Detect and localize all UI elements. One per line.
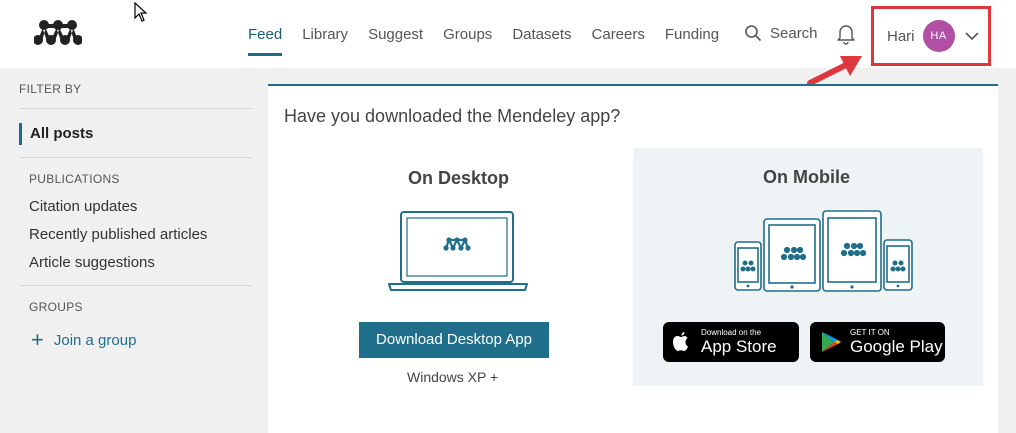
filter-all-posts[interactable]: All posts <box>19 123 93 145</box>
mendeley-logo-icon[interactable] <box>34 18 82 48</box>
nav-suggest[interactable]: Suggest <box>368 0 423 68</box>
download-desktop-button[interactable]: Download Desktop App <box>359 322 549 358</box>
filter-citation-updates[interactable]: Citation updates <box>29 198 137 215</box>
user-menu[interactable]: Hari HA <box>871 6 991 66</box>
filter-title: FILTER BY <box>19 82 82 96</box>
cursor-icon <box>134 2 148 22</box>
join-group-link[interactable]: + Join a group <box>31 327 137 352</box>
devices-icon <box>734 210 913 292</box>
chevron-down-icon <box>964 31 979 40</box>
main-nav: Feed Library Suggest Groups Datasets Car… <box>248 0 739 68</box>
google-play-badge[interactable]: GET IT ON Google Play <box>810 322 945 362</box>
divider <box>19 285 252 286</box>
user-name: Hari <box>887 27 915 45</box>
nav-funding[interactable]: Funding <box>665 0 719 68</box>
desktop-requirement: Windows XP + <box>407 369 499 385</box>
top-header: Feed Library Suggest Groups Datasets Car… <box>0 0 1016 86</box>
filter-article-suggestions[interactable]: Article suggestions <box>29 254 155 271</box>
laptop-icon <box>388 211 528 291</box>
nav-groups[interactable]: Groups <box>443 0 492 68</box>
mobile-title: On Mobile <box>763 167 850 187</box>
search-button[interactable]: Search <box>744 24 818 42</box>
divider <box>19 108 252 109</box>
desktop-title: On Desktop <box>408 168 510 188</box>
card-title: Have you downloaded the Mendeley app? <box>284 106 621 126</box>
download-app-card: Have you downloaded the Mendeley app? On… <box>268 84 998 433</box>
plus-icon: + <box>31 327 44 352</box>
publications-title: PUBLICATIONS <box>29 172 120 186</box>
app-store-small-text: Download on the <box>701 328 762 337</box>
app-store-badge[interactable]: Download on the App Store <box>663 322 799 362</box>
search-label: Search <box>770 24 818 42</box>
nav-library[interactable]: Library <box>302 0 348 68</box>
filter-sidebar: FILTER BY All posts PUBLICATIONS Citatio… <box>0 68 268 433</box>
divider <box>19 157 252 158</box>
filter-recently-published[interactable]: Recently published articles <box>29 226 207 243</box>
nav-datasets[interactable]: Datasets <box>512 0 571 68</box>
google-play-icon <box>822 332 841 352</box>
apple-icon <box>673 332 688 351</box>
nav-careers[interactable]: Careers <box>592 0 645 68</box>
google-play-small-text: GET IT ON <box>850 328 890 337</box>
mobile-panel: On Mobile Download on the App Store GET … <box>633 148 983 386</box>
google-play-big-text: Google Play <box>850 337 943 356</box>
avatar: HA <box>922 20 955 52</box>
search-icon <box>745 25 762 42</box>
groups-title: GROUPS <box>29 300 83 314</box>
bell-icon[interactable] <box>836 23 856 45</box>
join-group-label: Join a group <box>53 331 137 349</box>
nav-feed[interactable]: Feed <box>248 0 283 68</box>
app-store-big-text: App Store <box>701 337 777 356</box>
